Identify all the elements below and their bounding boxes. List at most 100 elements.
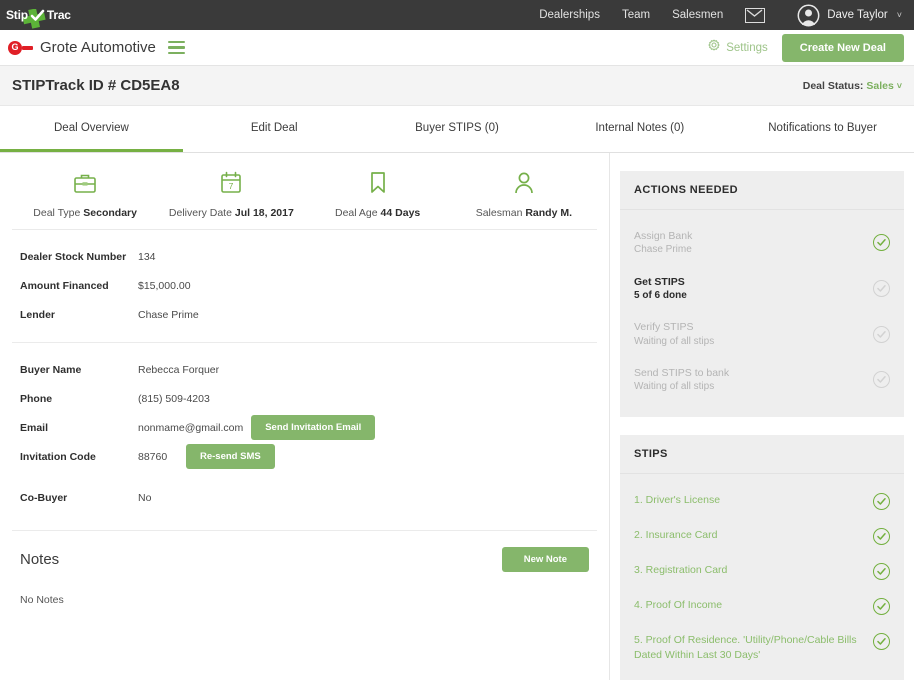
nav-item-team[interactable]: Team xyxy=(622,9,650,21)
resend-sms-button[interactable]: Re-send SMS xyxy=(186,444,275,469)
stip-item-proof-of-residence[interactable]: 5. Proof Of Residence. 'Utility/Phone/Ca… xyxy=(634,624,890,672)
stat-deal-type-label: Deal Type Secondary xyxy=(33,207,137,219)
chevron-down-icon: ˅ xyxy=(896,80,902,91)
stat-deal-type: Deal Type Secondary xyxy=(12,167,158,219)
person-icon xyxy=(512,167,536,199)
action-sub: Waiting of all stips xyxy=(634,381,715,393)
tab-internal-notes[interactable]: Internal Notes (0) xyxy=(548,106,731,152)
field-label: Phone xyxy=(20,392,53,405)
action-sub: 5 of 6 done xyxy=(634,289,687,301)
field-label: Lender xyxy=(20,308,56,321)
right-sidebar: ACTIONS NEEDED Assign Bank Chase Prime G… xyxy=(610,153,914,680)
gear-icon xyxy=(707,39,721,56)
stip-item-proof-of-income[interactable]: 4. Proof Of Income xyxy=(634,589,890,624)
stips-panel: STIPS 1. Driver's License 2. Insurance C… xyxy=(620,434,904,680)
deal-overview-card: Deal Type Secondary 7 Delivery Date Jul … xyxy=(0,153,610,680)
check-circle-icon xyxy=(873,325,890,343)
stat-salesman-label: Salesman Randy M. xyxy=(476,207,572,219)
stat-value-text: Randy M. xyxy=(525,207,573,219)
field-value: No xyxy=(138,491,152,504)
action-item-send-stips-to-bank[interactable]: Send STIPS to bank Waiting of all stips xyxy=(634,357,890,403)
hamburger-icon[interactable] xyxy=(167,41,185,54)
envelope-icon[interactable] xyxy=(745,7,766,23)
buyer-fields-group: Buyer Name Rebecca Forquer Phone (815) 5… xyxy=(12,343,597,516)
notes-section: Notes New Note No Notes xyxy=(12,531,597,606)
action-text: Get STIPS 5 of 6 done xyxy=(634,275,873,303)
field-phone: Phone (815) 509-4203 xyxy=(20,384,597,413)
stip-item-insurance-card[interactable]: 2. Insurance Card xyxy=(634,519,890,554)
stip-item-drivers-license[interactable]: 1. Driver's License xyxy=(634,484,890,519)
field-value: nonmame@gmail.com xyxy=(138,421,244,434)
nav-item-dealerships[interactable]: Dealerships xyxy=(539,9,600,21)
action-sub: Chase Prime xyxy=(634,244,692,256)
check-circle-icon xyxy=(873,632,890,650)
tab-deal-overview[interactable]: Deal Overview xyxy=(0,106,183,152)
hamburger-line xyxy=(167,51,185,54)
deal-fields-group: Dealer Stock Number 134 Amount Financed … xyxy=(12,230,597,333)
user-name-label: Dave Taylor xyxy=(827,9,888,21)
action-title: Get STIPS xyxy=(634,275,685,288)
field-label: Buyer Name xyxy=(20,363,82,376)
field-label: Amount Financed xyxy=(20,279,109,292)
dealer-logo-bar xyxy=(22,45,33,50)
user-menu[interactable]: Dave Taylor ˅ xyxy=(797,4,902,27)
check-circle-icon xyxy=(873,492,890,510)
check-circle-icon xyxy=(873,562,890,580)
deal-id-bar: STIPTrack ID # CD5EA8 Deal Status: Sales… xyxy=(0,66,914,106)
dealer-name-label: Grote Automotive xyxy=(40,39,156,56)
stat-delivery-date: 7 Delivery Date Jul 18, 2017 xyxy=(158,167,304,219)
logo-text-stip: Stip xyxy=(6,8,28,22)
action-item-assign-bank[interactable]: Assign Bank Chase Prime xyxy=(634,220,890,266)
action-item-verify-stips[interactable]: Verify STIPS Waiting of all stips xyxy=(634,311,890,357)
field-invitation-code: Invitation Code 88760 Re-send SMS xyxy=(20,442,597,471)
svg-text:7: 7 xyxy=(229,181,234,191)
deal-summary-stats: Deal Type Secondary 7 Delivery Date Jul … xyxy=(12,153,597,230)
tab-notifications-to-buyer[interactable]: Notifications to Buyer xyxy=(731,106,914,152)
action-item-get-stips[interactable]: Get STIPS 5 of 6 done xyxy=(634,266,890,312)
stat-salesman: Salesman Randy M. xyxy=(451,167,597,219)
stip-text: 3. Registration Card xyxy=(634,563,728,576)
field-value: Chase Prime xyxy=(138,308,199,321)
stip-text: 4. Proof Of Income xyxy=(634,598,723,611)
deal-status[interactable]: Deal Status: Sales ˅ xyxy=(803,80,902,92)
top-navigation-bar: Stip Trac Dealerships Team Salesmen Dave… xyxy=(0,0,914,30)
field-label: Dealer Stock Number xyxy=(20,250,127,263)
topnav-links: Dealerships Team Salesmen Dave Taylor ˅ xyxy=(539,4,902,27)
action-text: Send STIPS to bank Waiting of all stips xyxy=(634,366,873,394)
actions-needed-list: Assign Bank Chase Prime Get STIPS 5 of 6… xyxy=(620,210,904,417)
field-email: Email nonmame@gmail.com Send Invitation … xyxy=(20,413,597,442)
stat-value-text: Jul 18, 2017 xyxy=(234,207,294,219)
notes-header: Notes New Note xyxy=(20,547,589,572)
field-label: Co-Buyer xyxy=(20,491,68,504)
stip-item-references[interactable]: 6. 4 References With Complete Name, Phon… xyxy=(634,672,890,680)
stat-label-text: Delivery Date xyxy=(168,207,232,219)
hamburger-line xyxy=(167,41,185,44)
settings-button[interactable]: Settings xyxy=(707,39,768,56)
nav-item-salesmen[interactable]: Salesmen xyxy=(672,9,723,21)
tab-bar: Deal Overview Edit Deal Buyer STIPS (0) … xyxy=(0,106,914,153)
new-note-button[interactable]: New Note xyxy=(501,547,589,572)
page-title: STIPTrack ID # CD5EA8 xyxy=(12,77,180,94)
send-invitation-email-button[interactable]: Send Invitation Email xyxy=(251,415,376,440)
action-title: Verify STIPS xyxy=(634,321,694,334)
action-title: Assign Bank xyxy=(634,230,693,242)
tab-buyer-stips[interactable]: Buyer STIPS (0) xyxy=(366,106,549,152)
stat-label-text: Deal Age xyxy=(335,207,378,219)
field-label: Email xyxy=(20,421,49,434)
calendar-icon: 7 xyxy=(218,167,244,199)
deal-status-label: Deal Status: xyxy=(802,79,864,92)
app-logo[interactable]: Stip Trac xyxy=(6,0,110,30)
tab-edit-deal[interactable]: Edit Deal xyxy=(183,106,366,152)
dealer-bar: G Grote Automotive Settings Create New D… xyxy=(0,30,914,66)
stat-label-text: Deal Type xyxy=(33,207,81,219)
field-buyer-name: Buyer Name Rebecca Forquer xyxy=(20,355,597,384)
stat-deal-age: Deal Age 44 Days xyxy=(305,167,451,219)
actions-needed-panel: ACTIONS NEEDED Assign Bank Chase Prime G… xyxy=(620,171,904,417)
stip-item-registration-card[interactable]: 3. Registration Card xyxy=(634,554,890,589)
field-value: (815) 509-4203 xyxy=(138,392,210,405)
logo-check-icon xyxy=(29,7,46,24)
create-new-deal-button[interactable]: Create New Deal xyxy=(781,33,904,62)
avatar-icon xyxy=(797,4,820,27)
stips-title: STIPS xyxy=(620,435,904,474)
field-co-buyer: Co-Buyer No xyxy=(20,483,597,512)
